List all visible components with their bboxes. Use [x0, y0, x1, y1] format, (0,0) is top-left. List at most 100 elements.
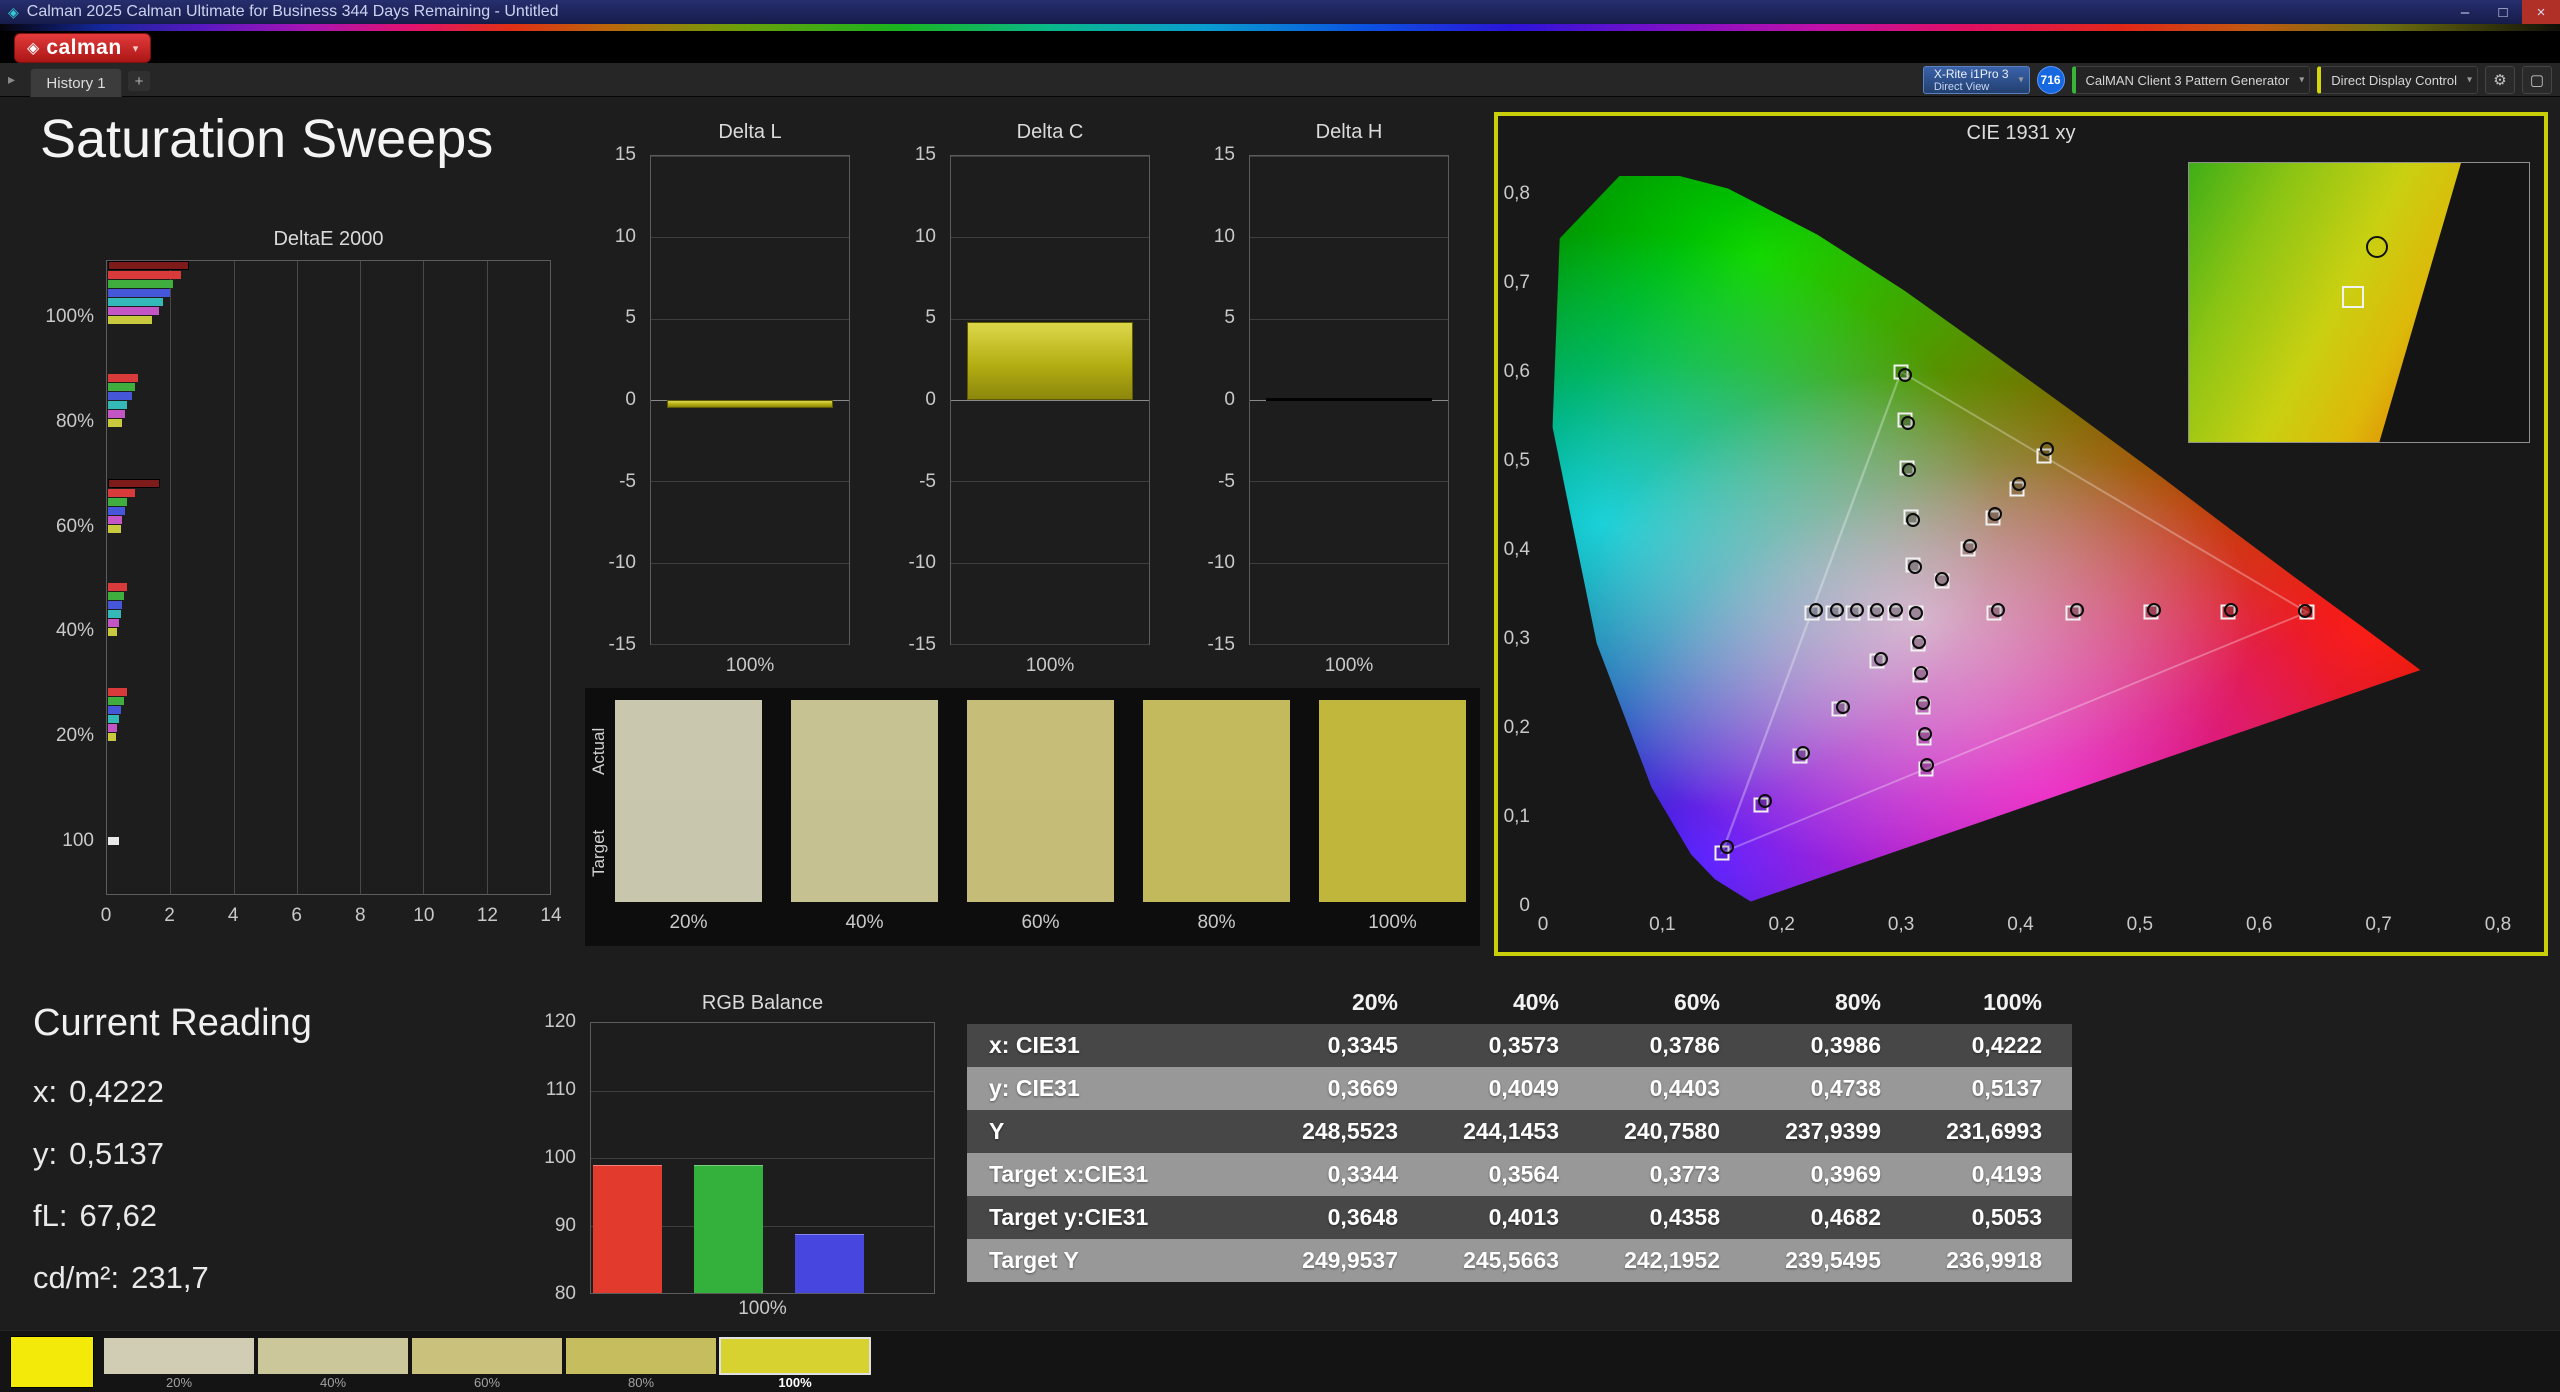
y-tick-label: 90 — [555, 1215, 576, 1237]
app-icon: ◈ — [8, 4, 19, 21]
measured-marker — [1935, 572, 1949, 586]
swatch-color — [566, 1338, 716, 1374]
measured-marker — [1963, 539, 1977, 553]
cie-zoom-inset — [2188, 162, 2530, 443]
swatch-label: 60% — [412, 1374, 562, 1389]
rgb-bar — [795, 1234, 864, 1293]
reading-fl: fL: 67,62 — [33, 1185, 312, 1247]
calman-logo-icon: ◈ — [27, 38, 39, 58]
bar — [108, 280, 173, 288]
gridline — [1250, 644, 1448, 645]
meter-mode: Direct View — [1934, 81, 2009, 93]
reading-cdm2: cd/m²: 231,7 — [33, 1247, 312, 1309]
column-header: 40% — [1428, 980, 1589, 1024]
close-button[interactable]: × — [2522, 0, 2560, 24]
saturation-swatch[interactable]: 60% — [412, 1338, 562, 1389]
bar-group — [108, 837, 551, 846]
gridline — [423, 261, 424, 894]
swatch-column: 100% — [1319, 700, 1466, 938]
column-header: 80% — [1750, 980, 1911, 1024]
delta-bar — [967, 322, 1133, 400]
reading-value: 67,62 — [79, 1198, 157, 1234]
y-tick-label: 80 — [555, 1283, 576, 1305]
current-patch-color — [10, 1336, 94, 1388]
y-tick-label: 80% — [56, 411, 94, 433]
saturation-swatch[interactable]: 100% — [720, 1338, 870, 1389]
saturation-swatch-strip: 20%40% 60% 80%100% — [104, 1338, 870, 1389]
measured-marker — [2224, 603, 2238, 617]
gear-icon: ⚙ — [2493, 71, 2506, 89]
chart-title: DeltaE 2000 — [106, 228, 551, 251]
bar — [108, 401, 127, 409]
measured-marker — [1758, 794, 1772, 808]
target-row-label: Target — [589, 802, 611, 904]
gridline — [234, 261, 235, 894]
row-label: Target Y — [967, 1239, 1267, 1282]
table-cell: 0,4049 — [1428, 1067, 1589, 1110]
swatch-level-label: 20% — [615, 902, 762, 938]
y-tick-label: 120 — [544, 1011, 576, 1033]
table-cell: 240,7580 — [1589, 1110, 1750, 1153]
bar — [108, 261, 189, 270]
y-axis-labels: 151050-5-10-15 — [592, 155, 644, 645]
y-tick-label: 0,3 — [1504, 628, 1530, 650]
bar — [108, 592, 124, 600]
target-swatch — [1319, 801, 1466, 902]
gridline — [1250, 237, 1448, 238]
minimize-button[interactable]: – — [2446, 0, 2484, 24]
y-axis-labels: 151050-5-10-15 — [1191, 155, 1243, 645]
measured-marker — [1898, 368, 1912, 382]
monitor-icon: ▢ — [2530, 71, 2544, 89]
bar — [108, 298, 163, 306]
saturation-swatch[interactable]: 80% — [566, 1338, 716, 1389]
y-axis-labels: 100%80%60%40%20%100 — [58, 260, 102, 895]
y-tick-label: 0,1 — [1504, 806, 1530, 828]
x-axis-labels: 02468101214 — [106, 901, 551, 927]
table-cell: 0,3648 — [1267, 1196, 1428, 1239]
bar — [108, 724, 117, 732]
maximize-button[interactable]: □ — [2484, 0, 2522, 24]
table-cell: 239,5495 — [1750, 1239, 1911, 1282]
x-tick-label: 0,1 — [1649, 914, 1675, 936]
bar — [108, 619, 119, 627]
measurement-count-badge: 716 — [2037, 66, 2065, 94]
measured-marker — [1889, 603, 1903, 617]
measured-marker — [1914, 666, 1928, 680]
measured-marker — [2147, 603, 2161, 617]
window-controls: – □ × — [2446, 0, 2560, 24]
saturation-swatch[interactable]: 20% — [104, 1338, 254, 1389]
calman-menu-button[interactable]: ◈ calman ▾ — [14, 33, 151, 63]
swatch-column: 40% — [791, 700, 938, 938]
y-tick-label: -10 — [909, 552, 936, 574]
y-tick-label: 10 — [915, 226, 936, 248]
tab-nav-arrow-icon[interactable]: ▸ — [8, 71, 15, 88]
plot-area — [590, 1022, 935, 1294]
saturation-swatch[interactable]: 40% — [258, 1338, 408, 1389]
target-marker — [2342, 286, 2364, 308]
display-settings-button[interactable]: ▢ — [2522, 66, 2552, 94]
bar — [108, 316, 152, 324]
table-cell: 0,4222 — [1911, 1024, 2072, 1067]
gridline — [360, 261, 361, 894]
x-tick-label: 0,6 — [2246, 914, 2272, 936]
chevron-down-icon: ▾ — [2019, 75, 2024, 86]
calman-app-window: ◈ Calman 2025 Calman Ultimate for Busine… — [0, 0, 2560, 1392]
meter-dropdown[interactable]: X-Rite i1Pro 3 Direct View ▾ — [1923, 66, 2030, 94]
deltae-2000-chart: DeltaE 2000 100%80%60%40%20%100 02468101… — [58, 228, 563, 942]
bar — [108, 271, 181, 279]
display-control-dropdown[interactable]: Direct Display Control ▾ — [2317, 66, 2478, 94]
tab-history-1[interactable]: History 1 — [30, 68, 122, 97]
gridline — [951, 400, 1149, 401]
swatch-color — [258, 1338, 408, 1374]
pattern-generator-dropdown[interactable]: CalMAN Client 3 Pattern Generator ▾ — [2072, 66, 2311, 94]
measured-marker — [1836, 700, 1850, 714]
delta-l-chart: Delta L 151050-5-10-15 100% — [588, 121, 878, 686]
table-cell: 0,3773 — [1589, 1153, 1750, 1196]
y-tick-label: 0,5 — [1504, 450, 1530, 472]
bar — [108, 715, 119, 723]
add-tab-button[interactable]: + — [128, 71, 150, 91]
bar — [108, 628, 117, 636]
reading-x: x: 0,4222 — [33, 1061, 312, 1123]
table-cell: 0,5137 — [1911, 1067, 2072, 1110]
settings-gear-button[interactable]: ⚙ — [2485, 66, 2515, 94]
